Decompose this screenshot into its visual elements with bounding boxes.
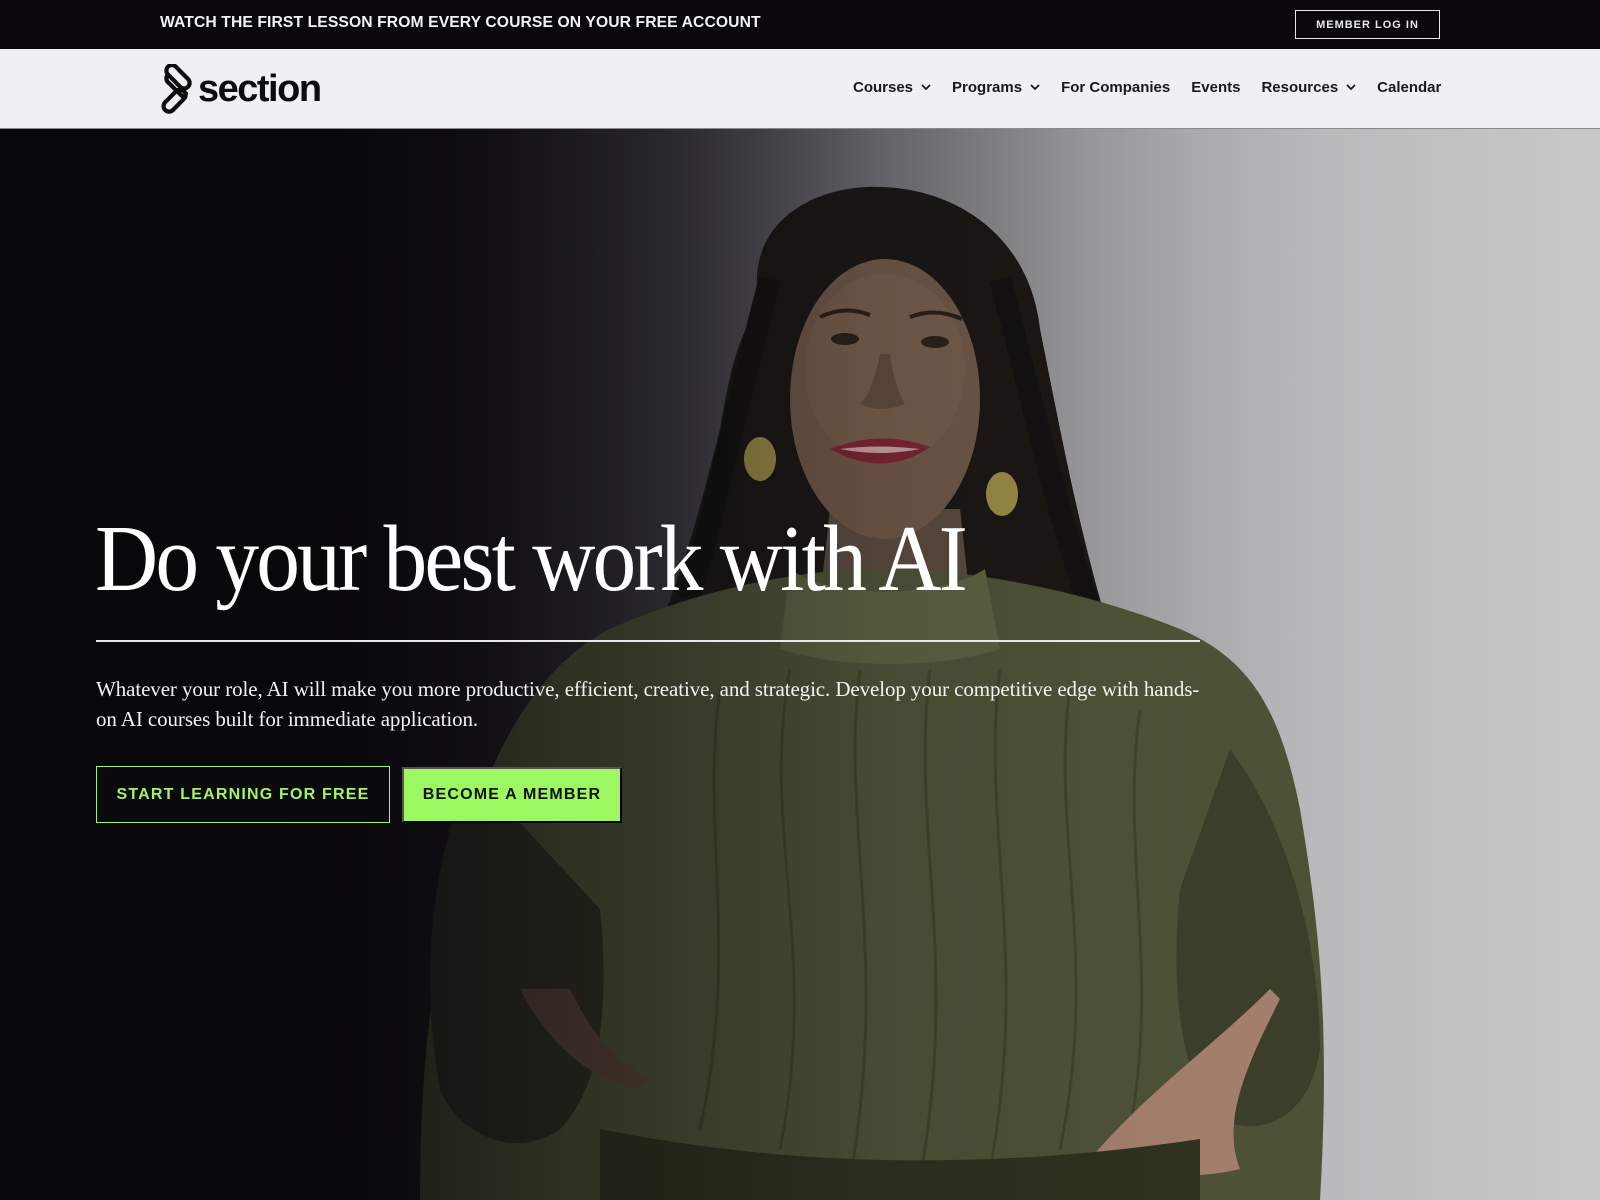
announcement-text[interactable]: WATCH THE FIRST LESSON FROM EVERY COURSE… (160, 14, 761, 32)
hero-section: Do your best work with AI Whatever your … (0, 129, 1600, 1200)
chevron-down-icon (1346, 84, 1356, 91)
main-nav: section Courses Programs For Companies E… (0, 49, 1600, 129)
hero-subtext: Whatever your role, AI will make you mor… (96, 677, 1200, 731)
nav-item-calendar[interactable]: Calendar (1377, 79, 1441, 96)
brand-logo[interactable]: section (160, 64, 322, 114)
start-learning-free-button[interactable]: START LEARNING FOR FREE (96, 766, 390, 823)
brand-wordmark: section (198, 67, 322, 110)
nav-item-resources[interactable]: Resources (1261, 79, 1356, 96)
nav-item-label: Resources (1261, 79, 1339, 96)
nav-item-programs[interactable]: Programs (952, 79, 1040, 96)
hero-divider (96, 640, 1200, 642)
nav-menu: Courses Programs For Companies Events Re… (853, 79, 1441, 96)
nav-item-label: Courses (853, 79, 914, 96)
hero-headline: Do your best work with AI (95, 507, 968, 611)
nav-item-for-companies[interactable]: For Companies (1061, 79, 1170, 96)
nav-item-label: Calendar (1377, 79, 1442, 96)
chevron-down-icon (1030, 84, 1040, 91)
become-member-button[interactable]: BECOME A MEMBER (402, 767, 622, 823)
nav-item-label: Events (1191, 79, 1241, 96)
nav-item-courses[interactable]: Courses (853, 79, 931, 96)
chevron-down-icon (921, 84, 931, 91)
hero-overlay (0, 129, 1600, 1200)
nav-item-events[interactable]: Events (1191, 79, 1240, 96)
paperclip-s-icon (161, 64, 192, 114)
nav-item-label: For Companies (1061, 79, 1171, 96)
announcement-bar: WATCH THE FIRST LESSON FROM EVERY COURSE… (0, 0, 1600, 49)
nav-item-label: Programs (952, 79, 1023, 96)
member-login-button[interactable]: MEMBER LOG IN (1295, 10, 1440, 39)
